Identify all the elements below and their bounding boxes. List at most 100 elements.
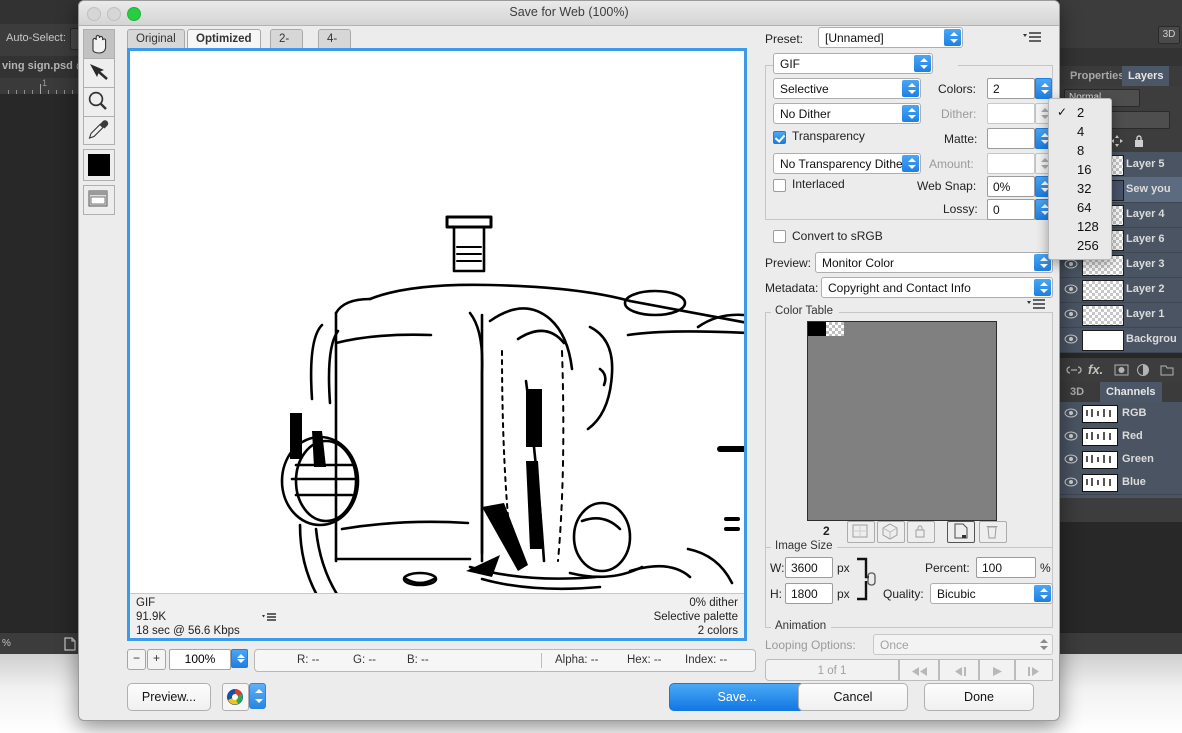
channel-thumbnail[interactable] bbox=[1082, 405, 1118, 423]
tab-properties[interactable]: Properties bbox=[1064, 66, 1130, 86]
colors-menu-item-128[interactable]: 128 bbox=[1049, 218, 1111, 237]
metadata-dropdown[interactable]: Copyright and Contact Info bbox=[821, 277, 1053, 298]
layer-row[interactable]: Layer 2 bbox=[1060, 277, 1182, 303]
color-reduction-dropdown[interactable]: Selective bbox=[773, 78, 921, 99]
colors-menu-item-32[interactable]: 32 bbox=[1049, 180, 1111, 199]
zoom-in-button[interactable]: + bbox=[147, 649, 166, 670]
layer-style-icon[interactable]: fx. bbox=[1088, 362, 1103, 377]
transparency-checkbox[interactable] bbox=[773, 131, 786, 144]
colors-menu-item-256[interactable]: 256 bbox=[1049, 237, 1111, 256]
zoom-tool[interactable] bbox=[83, 87, 115, 117]
preview-dropdown[interactable]: Monitor Color bbox=[815, 252, 1053, 273]
matte-field[interactable] bbox=[987, 128, 1035, 149]
optimized-preview-panel[interactable]: GIF 91.9K 18 sec @ 56.6 Kbps 0% dither S… bbox=[127, 48, 747, 641]
new-color-button[interactable] bbox=[947, 521, 975, 543]
adjustment-layer-icon[interactable] bbox=[1136, 363, 1151, 377]
optimization-info-bar[interactable]: GIF 91.9K 18 sec @ 56.6 Kbps 0% dither S… bbox=[130, 593, 744, 638]
web-snap-field[interactable]: 0% bbox=[987, 176, 1035, 197]
preview-in-browser-button[interactable] bbox=[222, 683, 249, 711]
slice-select-tool[interactable] bbox=[83, 58, 115, 88]
channel-thumbnail[interactable] bbox=[1082, 428, 1118, 446]
layer-thumbnail[interactable] bbox=[1082, 305, 1124, 326]
color-swatch-black[interactable] bbox=[808, 322, 826, 336]
color-swatch-transparent[interactable] bbox=[826, 322, 844, 336]
colors-menu-item-64[interactable]: 64 bbox=[1049, 199, 1111, 218]
preview-image[interactable] bbox=[130, 51, 744, 595]
looping-options-dropdown[interactable]: Once bbox=[873, 634, 1053, 655]
channel-row[interactable]: RGB bbox=[1060, 402, 1182, 426]
layer-mask-icon[interactable] bbox=[1114, 363, 1129, 377]
interlaced-checkbox[interactable] bbox=[773, 179, 786, 192]
layer-row[interactable]: Backgrou bbox=[1060, 327, 1182, 353]
dither-field[interactable] bbox=[987, 103, 1035, 124]
file-format-dropdown[interactable]: GIF bbox=[773, 53, 933, 74]
delete-color-button[interactable] bbox=[979, 521, 1007, 543]
eye-icon[interactable] bbox=[1064, 407, 1078, 419]
tab-3d[interactable]: 3D bbox=[1064, 382, 1090, 402]
lossy-field[interactable]: 0 bbox=[987, 199, 1035, 220]
previous-frame-button[interactable] bbox=[939, 659, 979, 681]
tab-layers[interactable]: Layers bbox=[1122, 66, 1170, 86]
zoom-out-button[interactable]: − bbox=[127, 649, 146, 670]
3d-button[interactable]: 3D bbox=[1158, 26, 1180, 44]
done-button[interactable]: Done bbox=[924, 683, 1034, 711]
foreground-color-swatch[interactable] bbox=[83, 149, 115, 181]
colors-menu-item-8[interactable]: 8 bbox=[1049, 142, 1111, 161]
new-group-icon[interactable] bbox=[1160, 363, 1174, 377]
play-button[interactable] bbox=[979, 659, 1015, 681]
amount-field[interactable] bbox=[987, 153, 1035, 174]
channel-row[interactable]: Blue bbox=[1060, 471, 1182, 495]
color-table-menu-icon[interactable] bbox=[1027, 299, 1045, 311]
transparency-dither-dropdown[interactable]: No Transparency Dither bbox=[773, 153, 921, 174]
layer-row[interactable]: Layer 1 bbox=[1060, 302, 1182, 328]
eye-icon[interactable] bbox=[1064, 476, 1078, 488]
colors-menu-item-2[interactable]: 2 ✓ bbox=[1049, 104, 1111, 123]
tab-optimized[interactable]: Optimized bbox=[187, 29, 261, 50]
preset-dropdown[interactable]: [Unnamed] bbox=[818, 27, 963, 48]
preview-panel-menu-icon[interactable] bbox=[262, 613, 276, 623]
percent-field[interactable]: 100 bbox=[976, 557, 1036, 578]
cancel-button[interactable]: Cancel bbox=[798, 683, 908, 711]
channel-row[interactable]: Green bbox=[1060, 448, 1182, 472]
eye-icon[interactable] bbox=[1064, 333, 1078, 345]
lock-color-button[interactable] bbox=[907, 521, 935, 543]
preview-browser-stepper[interactable] bbox=[249, 683, 266, 709]
layer-thumbnail[interactable] bbox=[1082, 330, 1124, 351]
eye-icon[interactable] bbox=[1064, 308, 1078, 320]
tab-4up[interactable]: 4-Up bbox=[318, 29, 351, 64]
save-button[interactable]: Save... bbox=[669, 683, 805, 711]
web-shift-button[interactable] bbox=[877, 521, 905, 543]
layer-thumbnail[interactable] bbox=[1082, 280, 1124, 301]
settings-panel-menu-icon[interactable] bbox=[1023, 32, 1041, 44]
eye-icon[interactable] bbox=[1064, 453, 1078, 465]
color-table-grid[interactable] bbox=[807, 321, 997, 521]
colors-stepper[interactable] bbox=[1035, 78, 1052, 99]
constrain-proportions-link-icon[interactable] bbox=[855, 555, 877, 603]
eyedropper-tool[interactable] bbox=[83, 116, 115, 145]
dither-algorithm-dropdown[interactable]: No Dither bbox=[773, 103, 921, 124]
colors-field[interactable]: 2 bbox=[987, 78, 1035, 99]
next-frame-button[interactable] bbox=[1015, 659, 1053, 681]
hand-tool[interactable] bbox=[83, 29, 115, 59]
link-layers-icon[interactable] bbox=[1066, 363, 1082, 377]
first-frame-button[interactable] bbox=[899, 659, 939, 681]
tab-channels[interactable]: Channels bbox=[1100, 382, 1162, 402]
height-field[interactable]: 1800 bbox=[785, 583, 833, 604]
channel-thumbnail[interactable] bbox=[1082, 451, 1118, 469]
eye-icon[interactable] bbox=[1064, 283, 1078, 295]
channel-row[interactable]: Red bbox=[1060, 425, 1182, 449]
channel-thumbnail[interactable] bbox=[1082, 474, 1118, 492]
tab-2up[interactable]: 2-Up bbox=[270, 29, 303, 64]
lock-move-icon[interactable] bbox=[1110, 134, 1124, 148]
eye-icon[interactable] bbox=[1064, 430, 1078, 442]
colors-menu-item-4[interactable]: 4 bbox=[1049, 123, 1111, 142]
colors-dropdown-menu[interactable]: 2 ✓ 4 8 16 32 64 128 256 bbox=[1048, 98, 1112, 260]
quality-dropdown[interactable]: Bicubic bbox=[930, 583, 1053, 604]
dialog-title-bar[interactable]: Save for Web (100%) bbox=[79, 1, 1059, 26]
zoom-stepper[interactable] bbox=[231, 649, 248, 668]
tab-original[interactable]: Original bbox=[127, 29, 185, 50]
colors-menu-item-16[interactable]: 16 bbox=[1049, 161, 1111, 180]
width-field[interactable]: 3600 bbox=[785, 557, 833, 578]
snap-to-web-palette-button[interactable] bbox=[847, 521, 875, 543]
toggle-slices-visibility-button[interactable] bbox=[83, 185, 115, 215]
